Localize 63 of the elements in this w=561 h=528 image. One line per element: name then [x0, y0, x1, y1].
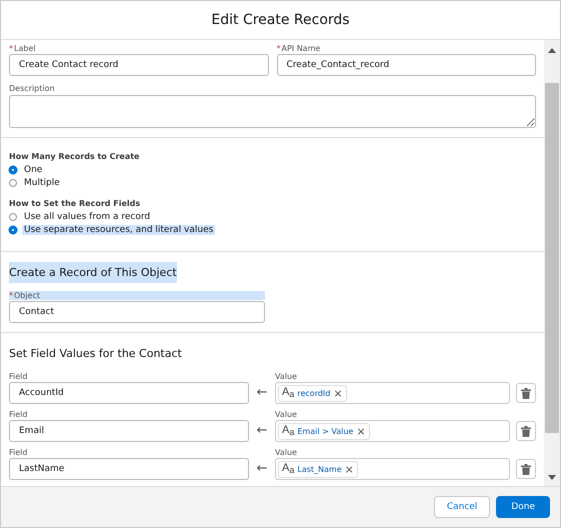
field-label: Field	[9, 448, 28, 457]
trash-icon	[521, 426, 531, 436]
arrow-icon: ←	[255, 382, 269, 404]
radio-label: Multiple	[23, 178, 61, 188]
radio-button[interactable]	[9, 226, 17, 234]
field-label: Field	[9, 372, 28, 381]
arrow-icon: ←	[255, 420, 269, 442]
arrow-icon: ←	[255, 458, 269, 480]
remove-icon[interactable]: ×	[344, 462, 354, 476]
delete-button[interactable]	[516, 383, 536, 403]
field-label: Label	[14, 44, 36, 53]
field-picker[interactable]: Email	[9, 420, 249, 442]
window-title: Edit Create Records	[211, 12, 350, 28]
group-title: How Many Records to Create	[9, 152, 140, 161]
field-label: Value	[275, 410, 298, 419]
radio-button[interactable]	[9, 166, 17, 174]
remove-icon[interactable]: ×	[356, 424, 366, 438]
delete-button[interactable]	[516, 459, 536, 479]
radio-label: Use all values from a record	[23, 212, 152, 222]
done-button[interactable]: Done	[496, 496, 550, 518]
cancel-button[interactable]: Cancel	[434, 496, 490, 518]
delete-button[interactable]	[516, 421, 536, 441]
radio-label: One	[23, 164, 44, 174]
value-field[interactable]: A$_{a}$ recordId ×	[275, 382, 510, 404]
resource-pill[interactable]: A$_{a}$ Last_Name ×	[278, 460, 358, 478]
scroll-down-icon[interactable]	[548, 475, 556, 480]
scrollbar[interactable]	[544, 40, 560, 486]
value-field[interactable]: A$_{a}$ Email > Value ×	[275, 420, 510, 442]
remove-icon[interactable]: ×	[333, 386, 343, 400]
field-label: Value	[275, 448, 298, 457]
resource-name: Last_Name	[297, 464, 342, 474]
description-field[interactable]	[9, 95, 536, 128]
radio-button[interactable]	[9, 178, 17, 186]
group-title: How to Set the Record Fields	[9, 199, 142, 208]
text-type-icon: A$_{a}$	[282, 425, 294, 437]
field-label: Object	[14, 291, 40, 300]
field-label: Field	[9, 410, 28, 419]
field-label: API Name	[282, 44, 320, 53]
resource-name: recordId	[297, 388, 330, 398]
resource-pill[interactable]: A$_{a}$ Email > Value ×	[278, 422, 370, 440]
resource-name: Email > Value	[297, 426, 354, 436]
scroll-up-icon[interactable]	[548, 48, 556, 53]
section-title: Create a Record of This Object	[9, 262, 177, 283]
radio-button[interactable]	[9, 212, 17, 220]
required-mark: *	[276, 44, 280, 53]
label-field[interactable]: Create Contact record	[9, 54, 268, 76]
text-type-icon: A$_{a}$	[282, 387, 294, 399]
required-mark: *	[9, 44, 13, 53]
field-label: Value	[275, 372, 298, 381]
trash-icon	[521, 464, 531, 474]
radio-label: Use separate resources, and literal values	[22, 224, 216, 234]
object-field[interactable]: Contact	[9, 301, 265, 323]
field-picker[interactable]: LastName	[9, 458, 249, 480]
resource-pill[interactable]: A$_{a}$ recordId ×	[278, 384, 347, 402]
trash-icon	[521, 388, 531, 398]
text-type-icon: A$_{a}$	[282, 463, 294, 475]
scrollbar-thumb[interactable]	[545, 83, 559, 433]
field-picker[interactable]: AccountId	[9, 382, 249, 404]
section-title: Set Field Values for the Contact	[9, 346, 182, 362]
required-mark: *	[9, 291, 13, 300]
value-field[interactable]: A$_{a}$ Last_Name ×	[275, 458, 510, 480]
api-name-field[interactable]: Create_Contact_record	[276, 54, 536, 76]
field-label: Description	[9, 84, 56, 93]
